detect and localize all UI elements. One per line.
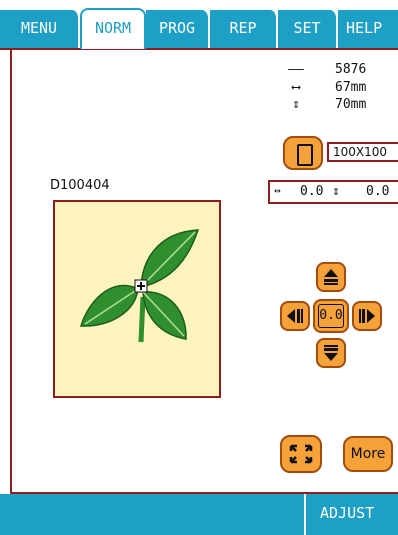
move-left-button[interactable] (280, 301, 310, 331)
offset-x-value: 0.0 (300, 184, 324, 199)
move-down-button[interactable] (316, 338, 346, 368)
stitch-count-icon: —— (288, 62, 304, 77)
vertical-offset-icon: ⇕ (332, 184, 340, 199)
status-bar: ADJUST (0, 494, 398, 535)
design-height: 70mm (335, 97, 367, 112)
center-button[interactable]: 0.0 (313, 299, 349, 333)
arrow-left-icon (287, 309, 303, 323)
design-width: 67mm (335, 80, 367, 95)
arrow-right-icon (359, 309, 375, 323)
hoop-size-display: 100X100 (327, 142, 398, 162)
horizontal-offset-icon: ↔ (274, 184, 281, 197)
arrow-up-icon (324, 269, 338, 285)
tab-menu[interactable]: MENU (0, 10, 80, 48)
tab-rep[interactable]: REP (210, 10, 278, 48)
tab-bar: MENU NORM PROG REP SET HELP (0, 0, 398, 49)
adjust-button[interactable]: ADJUST (320, 504, 374, 522)
leaf-design-image (79, 229, 200, 343)
more-button[interactable]: More (343, 436, 393, 472)
hoop-button[interactable] (283, 136, 323, 170)
tab-help[interactable]: HELP (338, 10, 398, 48)
status-separator (304, 494, 306, 535)
move-right-button[interactable] (352, 301, 382, 331)
frame-left-border (10, 48, 12, 494)
move-up-button[interactable] (316, 262, 346, 292)
tab-prog[interactable]: PROG (146, 10, 210, 48)
fit-screen-icon (289, 444, 313, 464)
tab-norm[interactable]: NORM (80, 8, 146, 49)
design-preview[interactable] (53, 200, 221, 398)
tab-set[interactable]: SET (278, 10, 338, 48)
stitch-count: 5876 (335, 62, 367, 77)
offset-y-value: 0.0 (366, 184, 390, 199)
arrow-down-icon (324, 345, 338, 361)
fit-screen-button[interactable] (280, 435, 322, 473)
height-arrow-icon: ⇕ (292, 97, 300, 112)
center-button-frame (318, 304, 344, 328)
offset-display: ↔ 0.0 ⇕ 0.0 (268, 180, 398, 204)
width-arrow-icon: ⟷ (292, 80, 300, 95)
design-name: D100404 (50, 178, 110, 193)
tab-underline (0, 48, 398, 50)
hoop-icon (297, 144, 313, 166)
